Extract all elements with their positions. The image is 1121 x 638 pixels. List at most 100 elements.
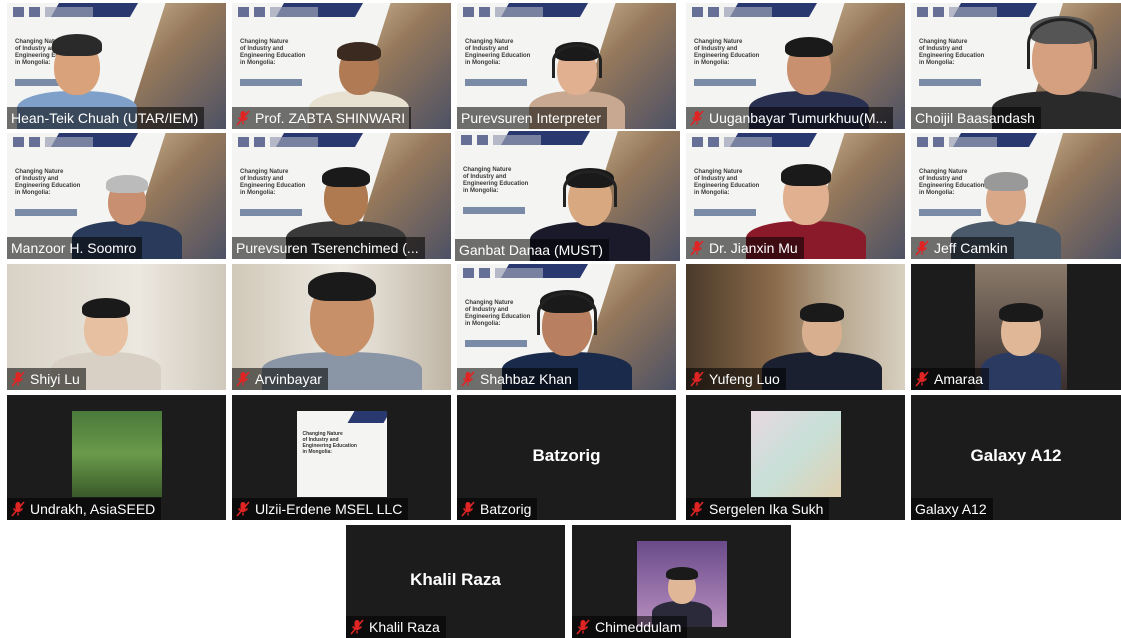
participant-tile[interactable]: Changing Nature of Industry and Engineerin… bbox=[7, 133, 226, 259]
participant-tile[interactable]: Arvinbayar bbox=[232, 264, 451, 390]
participant-name: Sergelen Ika Sukh bbox=[709, 501, 824, 517]
participant-video-person bbox=[651, 541, 712, 627]
participant-name: Batzorig bbox=[480, 501, 532, 517]
participant-name-label: Chimeddulam bbox=[572, 616, 688, 638]
participant-name-label: Sergelen Ika Sukh bbox=[686, 498, 830, 520]
participant-tile[interactable]: Amaraa bbox=[911, 264, 1121, 390]
slide-title-line: of Industry and bbox=[240, 46, 284, 52]
participant-name-label: Jeff Camkin bbox=[911, 237, 1014, 259]
participant-name-label: Manzoor H. Soomro bbox=[7, 237, 143, 259]
muted-mic-icon bbox=[576, 619, 590, 635]
participant-tile[interactable]: Changing Nature of Industry and Engineerin… bbox=[232, 3, 451, 129]
participant-name: Amaraa bbox=[934, 371, 984, 387]
participant-tile[interactable]: Yufeng Luo bbox=[686, 264, 905, 390]
muted-mic-icon bbox=[690, 110, 704, 126]
slide-title-line: Changing Nature bbox=[463, 167, 512, 173]
participant-tile[interactable]: Khalil Raza Khalil Raza bbox=[346, 525, 565, 638]
participant-tile[interactable]: Changing Nature of Industry and Engineerin… bbox=[911, 133, 1121, 259]
participant-display-name: Batzorig bbox=[532, 445, 601, 465]
muted-mic-icon bbox=[461, 371, 475, 387]
participant-name: Uuganbayar Tumurkhuu(M... bbox=[709, 110, 888, 126]
participant-tile[interactable]: Changing Nature of Industry and Engineerin… bbox=[455, 131, 680, 261]
participant-name-label: Shahbaz Khan bbox=[457, 368, 578, 390]
participant-name-label: Khalil Raza bbox=[346, 616, 446, 638]
slide-title-line: in Mongolia: bbox=[919, 60, 955, 66]
muted-mic-icon bbox=[690, 371, 704, 387]
participant-tile[interactable]: Batzorig Batzorig bbox=[457, 395, 676, 520]
slide-title-line: Engineering Education bbox=[463, 181, 529, 187]
participant-name-label: Hean-Teik Chuah (UTAR/IEM) bbox=[7, 107, 205, 129]
participant-tile[interactable]: Galaxy A12 Galaxy A12 bbox=[911, 395, 1121, 520]
participant-name: Ganbat Danaa (MUST) bbox=[459, 242, 603, 258]
participant-tile[interactable]: Chimeddulam bbox=[572, 525, 791, 638]
slide-title-line: Changing Nature bbox=[465, 39, 514, 45]
participant-display-name: Galaxy A12 bbox=[970, 445, 1062, 465]
slide-title-line: Engineering Education bbox=[919, 53, 985, 59]
participant-tile[interactable]: Changing Nature of Industry and Engineerin… bbox=[232, 133, 451, 259]
participant-video-person bbox=[981, 264, 1061, 390]
profile-picture: Changing Nature of Industry and Engineerin… bbox=[296, 411, 387, 497]
participant-name: Purevsuren Interpreter bbox=[461, 110, 602, 126]
participant-name-label: Galaxy A12 bbox=[911, 498, 993, 520]
participant-name: Choijil Baasandash bbox=[915, 110, 1035, 126]
slide-title: Changing Nature of Industry and Engineerin… bbox=[240, 39, 305, 67]
muted-mic-icon bbox=[690, 240, 704, 256]
participant-name: Galaxy A12 bbox=[915, 501, 987, 517]
participant-tile[interactable]: Changing Nature of Industry and Engineerin… bbox=[7, 3, 226, 129]
slide-title-line: in Mongolia: bbox=[465, 60, 501, 66]
slide-title-line: Changing Nature bbox=[240, 39, 289, 45]
muted-mic-icon bbox=[11, 501, 25, 517]
muted-mic-icon bbox=[915, 240, 929, 256]
participant-name: Shahbaz Khan bbox=[480, 371, 572, 387]
participant-name: Prof. ZABTA SHINWARI bbox=[255, 110, 406, 126]
participant-tile[interactable]: Changing Nature of Industry and Engineerin… bbox=[686, 3, 905, 129]
participant-name-label: Undrakh, AsiaSEED bbox=[7, 498, 162, 520]
muted-mic-icon bbox=[236, 110, 250, 126]
participant-name: Dr. Jianxin Mu bbox=[709, 240, 798, 256]
participant-tile[interactable]: Changing Nature of Industry and Engineerin… bbox=[911, 3, 1121, 129]
participant-name-label: Dr. Jianxin Mu bbox=[686, 237, 804, 259]
participant-name: Undrakh, AsiaSEED bbox=[30, 501, 156, 517]
profile-picture bbox=[750, 411, 841, 497]
participant-name-label: Purevsuren Interpreter bbox=[457, 107, 608, 129]
slide-title-line: in Mongolia: bbox=[302, 449, 332, 455]
slide-title-line: in Mongolia: bbox=[463, 188, 499, 194]
slide-title: Changing Nature of Industry and Engineerin… bbox=[919, 39, 984, 67]
participant-tile[interactable]: Undrakh, AsiaSEED bbox=[7, 395, 226, 520]
muted-mic-icon bbox=[236, 371, 250, 387]
slide-title-line: Engineering Education bbox=[15, 183, 81, 189]
slide-title-line: of Industry and bbox=[919, 46, 963, 52]
participant-name-label: Yufeng Luo bbox=[686, 368, 786, 390]
participant-name: Manzoor H. Soomro bbox=[11, 240, 137, 256]
participant-name: Ulzii-Erdene MSEL LLC bbox=[255, 501, 403, 517]
slide-title-line: Changing Nature bbox=[919, 39, 968, 45]
participant-grid: Changing Nature of Industry and Engineerin… bbox=[0, 0, 1121, 638]
zoom-gallery-view: Changing Nature of Industry and Engineerin… bbox=[0, 0, 1121, 638]
participant-name: Purevsuren Tserenchimed (... bbox=[236, 240, 419, 256]
participant-name-label: Amaraa bbox=[911, 368, 990, 390]
participant-name-label: Choijil Baasandash bbox=[911, 107, 1041, 129]
participant-name-label: Batzorig bbox=[457, 498, 538, 520]
participant-name-label: Prof. ZABTA SHINWARI bbox=[232, 107, 412, 129]
slide-title-line: of Industry and bbox=[15, 176, 59, 182]
participant-tile[interactable]: Changing Nature of Industry and Engineerin… bbox=[232, 395, 451, 520]
participant-name: Shiyi Lu bbox=[30, 371, 80, 387]
participant-tile[interactable]: Changing Nature of Industry and Engineerin… bbox=[686, 133, 905, 259]
slide-title: Changing Nature of Industry and Engineerin… bbox=[465, 39, 530, 67]
participant-tile[interactable]: Changing Nature of Industry and Engineerin… bbox=[457, 264, 676, 390]
participant-name: Jeff Camkin bbox=[934, 240, 1008, 256]
participant-tile[interactable]: Sergelen Ika Sukh bbox=[686, 395, 905, 520]
participant-name: Hean-Teik Chuah (UTAR/IEM) bbox=[11, 110, 199, 126]
slide-title: Changing Nature of Industry and Engineerin… bbox=[463, 167, 528, 195]
participant-name-label: Ganbat Danaa (MUST) bbox=[455, 239, 609, 261]
participant-tile[interactable]: Shiyi Lu bbox=[7, 264, 226, 390]
participant-tile[interactable]: Changing Nature of Industry and Engineerin… bbox=[457, 3, 676, 129]
slide-title-line: Engineering Education bbox=[240, 53, 306, 59]
participant-name: Yufeng Luo bbox=[709, 371, 780, 387]
participant-name: Arvinbayar bbox=[255, 371, 322, 387]
participant-display-name: Khalil Raza bbox=[410, 569, 501, 589]
slide-title: Changing Nature of Industry and Engineerin… bbox=[15, 169, 80, 197]
participant-name-label: Purevsuren Tserenchimed (... bbox=[232, 237, 425, 259]
muted-mic-icon bbox=[11, 371, 25, 387]
participant-name-label: Arvinbayar bbox=[232, 368, 328, 390]
